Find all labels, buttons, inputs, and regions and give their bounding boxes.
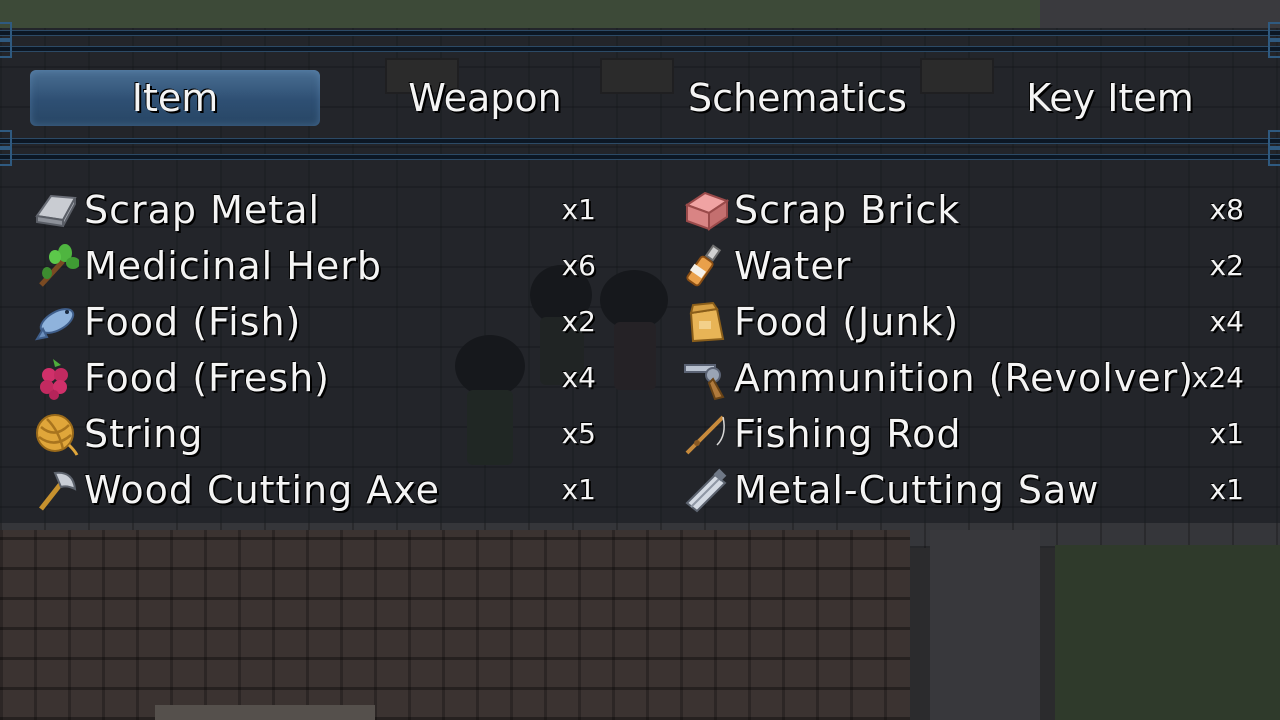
scrap-metal-icon (32, 186, 80, 234)
herb-icon (32, 242, 80, 290)
building-ledge (155, 705, 375, 720)
paper-bag-icon (682, 298, 730, 346)
item-quantity: x1 (561, 473, 596, 506)
stone-strip (1040, 0, 1280, 28)
saw-icon (682, 466, 730, 514)
yarn-ball-icon (32, 410, 80, 458)
list-item[interactable]: Food (Fresh) x4 (32, 350, 600, 406)
tab-weapon[interactable]: Weapon (340, 70, 630, 126)
brick-icon (682, 186, 730, 234)
item-quantity: x24 (1191, 361, 1244, 394)
list-item[interactable]: Metal-Cutting Saw x1 (682, 462, 1248, 518)
item-quantity: x5 (561, 417, 596, 450)
tab-key-item[interactable]: Key Item (965, 70, 1255, 126)
stone-building (930, 530, 1040, 720)
item-name: Ammunition (Revolver) (734, 356, 1195, 400)
list-item[interactable]: Wood Cutting Axe x1 (32, 462, 600, 518)
item-quantity: x4 (1209, 305, 1244, 338)
list-item[interactable]: String x5 (32, 406, 600, 462)
list-item[interactable]: Ammunition (Revolver) x24 (682, 350, 1248, 406)
grass-patch (1055, 545, 1280, 720)
list-item[interactable]: Medicinal Herb x6 (32, 238, 600, 294)
tab-item[interactable]: Item (30, 70, 320, 126)
list-item[interactable]: Water x2 (682, 238, 1248, 294)
list-item[interactable]: Scrap Brick x8 (682, 182, 1248, 238)
item-name: Water (734, 244, 852, 288)
revolver-icon (682, 354, 730, 402)
item-name: Food (Fish) (84, 300, 302, 344)
list-item[interactable]: Food (Fish) x2 (32, 294, 600, 350)
item-name: Metal-Cutting Saw (734, 468, 1100, 512)
frame-divider (0, 22, 1280, 42)
item-quantity: x6 (561, 249, 596, 282)
item-quantity: x1 (561, 193, 596, 226)
axe-icon (32, 466, 80, 514)
item-name: Fishing Rod (734, 412, 962, 456)
frame-divider (0, 146, 1280, 166)
item-name: Scrap Metal (84, 188, 321, 232)
item-quantity: x8 (1209, 193, 1244, 226)
item-quantity: x2 (561, 305, 596, 338)
tab-schematics[interactable]: Schematics (650, 70, 945, 126)
grass-strip (0, 0, 1040, 28)
category-tabs: Item Weapon Schematics Key Item (0, 52, 1280, 142)
item-name: Medicinal Herb (84, 244, 382, 288)
brick-building (0, 530, 910, 720)
item-quantity: x4 (561, 361, 596, 394)
item-name: Scrap Brick (734, 188, 961, 232)
fishing-rod-icon (682, 410, 730, 458)
list-item[interactable]: Food (Junk) x4 (682, 294, 1248, 350)
item-name: Food (Fresh) (84, 356, 330, 400)
item-quantity: x2 (1209, 249, 1244, 282)
list-item[interactable]: Fishing Rod x1 (682, 406, 1248, 462)
item-name: Wood Cutting Axe (84, 468, 440, 512)
bottle-icon (682, 242, 730, 290)
berry-icon (32, 354, 80, 402)
item-name: Food (Junk) (734, 300, 960, 344)
list-item[interactable]: Scrap Metal x1 (32, 182, 600, 238)
fish-icon (32, 298, 80, 346)
item-name: String (84, 412, 204, 456)
item-quantity: x1 (1209, 417, 1244, 450)
item-quantity: x1 (1209, 473, 1244, 506)
